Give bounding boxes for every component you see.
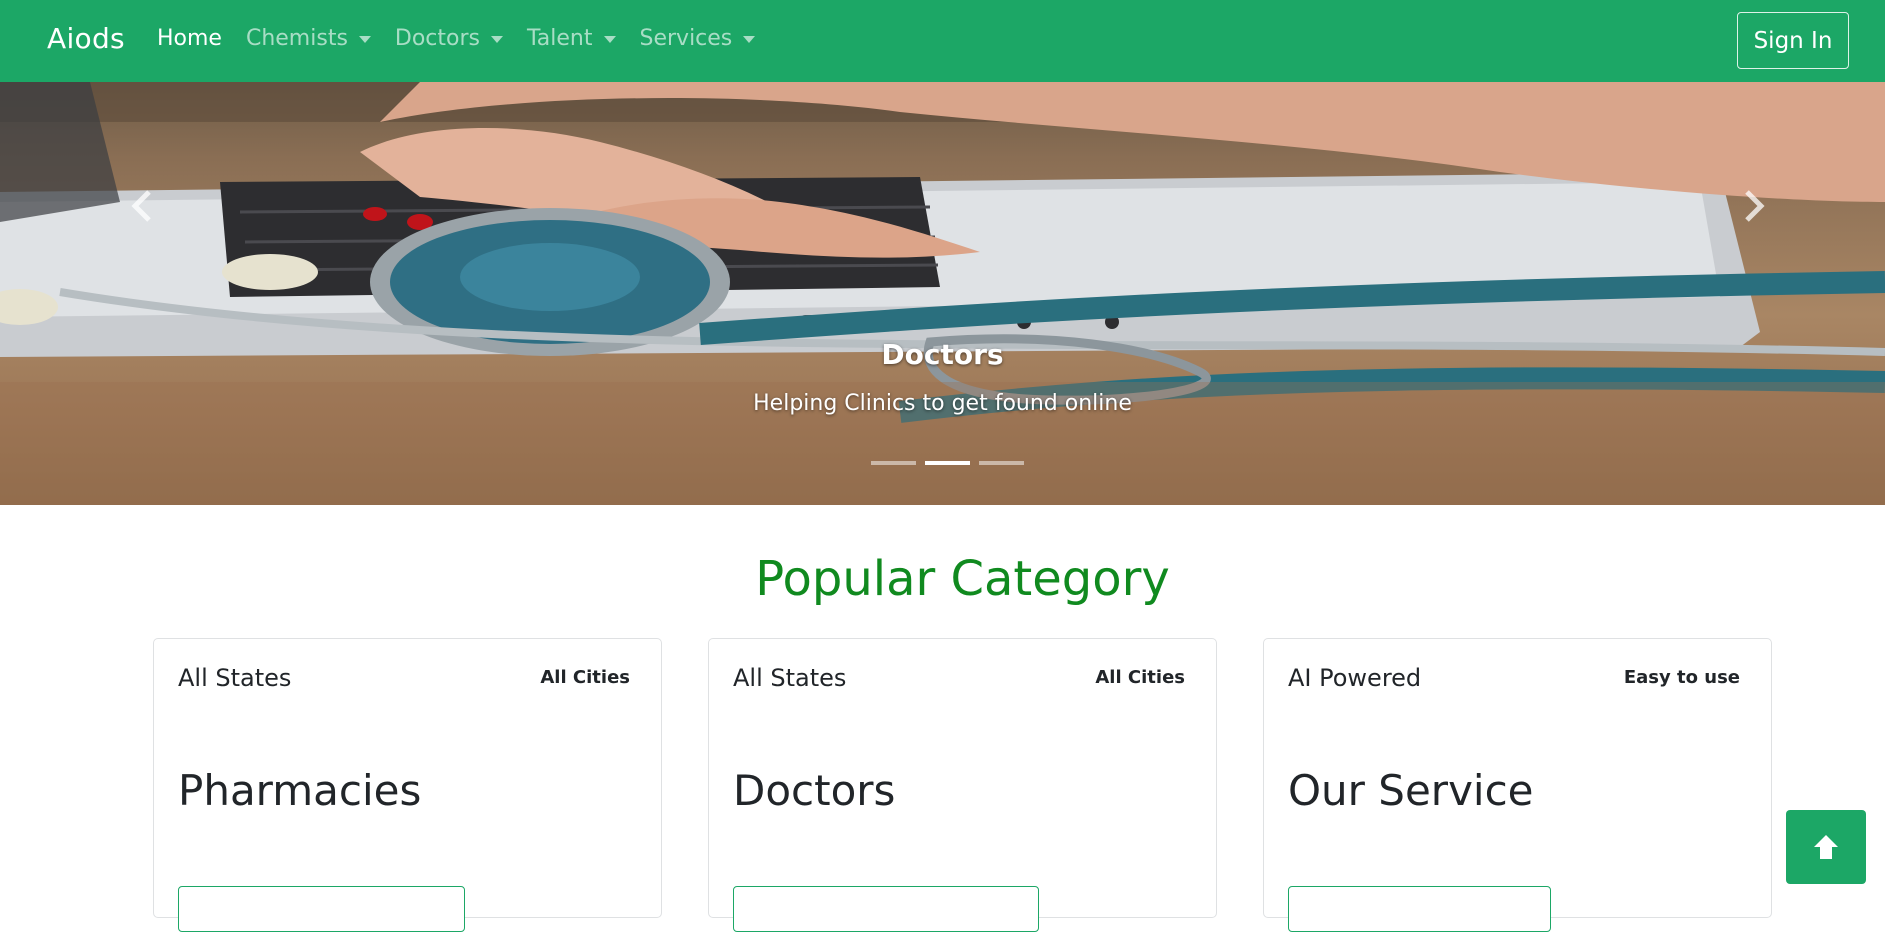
card-button[interactable] xyxy=(178,886,465,932)
card-button[interactable] xyxy=(733,886,1039,932)
carousel-indicator-2[interactable] xyxy=(925,461,970,465)
carousel-caption-title: Doctors xyxy=(881,338,1004,371)
card-tag-left: All States xyxy=(178,664,292,692)
navbar: Aiods Home Chemists Doctors Talent Servi… xyxy=(0,0,1885,82)
brand-logo[interactable]: Aiods xyxy=(47,22,125,55)
nav-item-talent[interactable]: Talent xyxy=(527,26,616,51)
card-title: Our Service xyxy=(1288,766,1534,815)
nav-item-label: Talent xyxy=(527,26,593,51)
carousel-indicator-3[interactable] xyxy=(979,461,1024,465)
nav-item-doctors[interactable]: Doctors xyxy=(395,26,503,51)
carousel-caption-text: Helping Clinics to get found online xyxy=(753,391,1132,416)
nav-item-label: Chemists xyxy=(245,26,348,51)
nav-item-home[interactable]: Home xyxy=(157,26,222,51)
category-card-pharmacies: All States All Cities Pharmacies xyxy=(153,638,662,932)
arrow-up-icon xyxy=(1814,835,1838,859)
card-tag-right: All Cities xyxy=(540,667,630,688)
nav-item-chemists[interactable]: Chemists xyxy=(246,26,371,51)
card-title: Pharmacies xyxy=(178,766,422,815)
caret-down-icon xyxy=(491,36,503,43)
back-to-top-button[interactable] xyxy=(1786,810,1866,884)
chevron-left-icon xyxy=(131,190,151,222)
caret-down-icon xyxy=(603,36,616,43)
hero-image xyxy=(0,82,1885,505)
nav-item-label: Home xyxy=(157,26,222,51)
card-tag-right: All Cities xyxy=(1095,667,1185,688)
carousel-prev-button[interactable] xyxy=(122,186,162,226)
category-card-doctors: All States All Cities Doctors xyxy=(708,638,1217,932)
hero-carousel: Doctors Helping Clinics to get found onl… xyxy=(0,82,1885,505)
carousel-next-button[interactable] xyxy=(1734,186,1774,226)
nav-item-services[interactable]: Services xyxy=(640,26,756,51)
nav-item-label: Doctors xyxy=(394,26,480,51)
chevron-right-icon xyxy=(1745,190,1765,222)
card-button[interactable] xyxy=(1288,886,1551,932)
carousel-indicators xyxy=(871,461,1024,465)
card-tag-left: All States xyxy=(733,664,847,692)
nav-item-label: Services xyxy=(639,26,733,51)
nav-links: Home Chemists Doctors Talent Services xyxy=(157,26,779,51)
card-title: Doctors xyxy=(733,766,896,815)
caret-down-icon xyxy=(743,36,756,43)
card-tag-left: AI Powered xyxy=(1288,664,1422,692)
sign-in-button[interactable]: Sign In xyxy=(1737,12,1849,69)
caret-down-icon xyxy=(358,36,371,43)
section-title: Popular Category xyxy=(755,551,1170,607)
card-tag-right: Easy to use xyxy=(1623,667,1740,688)
category-card-our-service: AI Powered Easy to use Our Service xyxy=(1263,638,1772,932)
carousel-indicator-1[interactable] xyxy=(871,461,916,465)
